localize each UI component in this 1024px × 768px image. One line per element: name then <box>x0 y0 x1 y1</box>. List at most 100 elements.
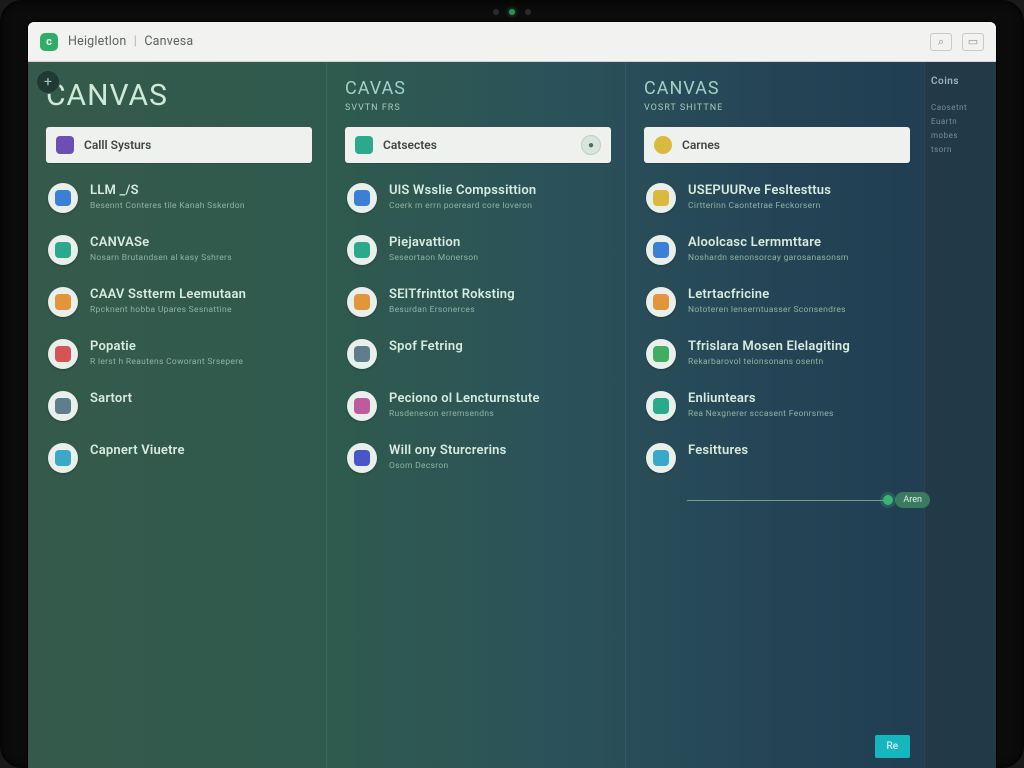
list-item[interactable]: Sartort <box>46 381 312 431</box>
item-icon <box>646 339 676 369</box>
column-2-list: UlS Wsslie Compssittion Coerk m errn poer… <box>345 173 611 758</box>
item-label: Aloolcasc Lermmttare <box>688 235 849 250</box>
item-icon <box>347 391 377 421</box>
column-3-header[interactable]: Carnes <box>644 127 910 163</box>
item-icon <box>347 183 377 213</box>
search-icon[interactable]: ⌕ <box>930 33 952 51</box>
item-icon <box>646 183 676 213</box>
rail-item[interactable]: mobes <box>931 131 990 145</box>
list-item[interactable]: SElTfrinttot Roksting Besurdan Ersonerces <box>345 277 611 327</box>
item-label: LLM _/S <box>90 183 245 198</box>
item-label: Will ony Sturcrerins <box>389 443 507 458</box>
refresh-icon[interactable]: ● <box>581 135 601 155</box>
list-item[interactable]: Peciono ol LencturnstuteRusdeneson errem… <box>345 381 611 431</box>
item-label: Capnert Viuetre <box>90 443 185 458</box>
tab-title-a: Heigletlon <box>68 34 126 49</box>
header-label: Calll Systurs <box>84 138 151 152</box>
item-icon <box>347 235 377 265</box>
item-desc: Rea Nexgnerer sccasent Feonrsmes <box>688 409 834 419</box>
item-icon <box>347 287 377 317</box>
item-desc: Nosarn Brutandsen al kasy Sshrers <box>90 253 232 263</box>
column-3-title: CANVAS <box>644 78 910 99</box>
list-item[interactable]: PopatieR lerst h Reautens Coworant Srsep… <box>46 329 312 379</box>
laptop-bezel: c Heigletlon | Canvesa ⌕ ▭ + CANVAS Cal <box>0 0 1024 768</box>
rail-item[interactable]: Caosetnt <box>931 103 990 117</box>
column-1-list: LLM _/S Besennt Conteres tile Kanah Ssker… <box>46 173 312 758</box>
column-3-list: USEPUURve FesltesttusCirtterinn Caontetr… <box>644 173 910 758</box>
rail-item[interactable] <box>931 187 990 201</box>
item-label: Fesittures <box>688 443 748 458</box>
screen: c Heigletlon | Canvesa ⌕ ▭ + CANVAS Cal <box>28 22 996 768</box>
header-label: Catsectes <box>383 138 437 152</box>
list-item[interactable]: Fesittures <box>644 433 910 483</box>
item-desc: Seseortaon Monerson <box>389 253 478 263</box>
item-label: CANVASe <box>90 235 232 250</box>
header-label: Carnes <box>682 138 720 152</box>
list-item[interactable]: Spof Fetring <box>345 329 611 379</box>
item-label: Peciono ol Lencturnstute <box>389 391 540 406</box>
cta-button[interactable]: Re <box>875 735 910 758</box>
header-icon <box>654 136 672 154</box>
item-icon <box>646 443 676 473</box>
tab-bar: c Heigletlon | Canvesa ⌕ ▭ <box>28 22 996 62</box>
tab-title-b: Canvesa <box>144 34 193 49</box>
list-item[interactable]: Piejavattion Seseortaon Monerson <box>345 225 611 275</box>
item-desc: Besurdan Ersonerces <box>389 305 515 315</box>
float-chip[interactable]: Aren <box>895 492 930 508</box>
list-item[interactable]: Enliuntears Rea Nexgnerer sccasent Feonrs… <box>644 381 910 431</box>
item-icon <box>48 391 78 421</box>
header-icon <box>355 136 373 154</box>
list-item[interactable]: Letrtacfricine Nototeren lenserntuasser S… <box>644 277 910 327</box>
header-icon <box>56 136 74 154</box>
column-2-subtitle: SVVTN FRS <box>345 103 611 113</box>
tab-title[interactable]: Heigletlon | Canvesa <box>68 34 193 49</box>
rail-item[interactable]: tsorn <box>931 145 990 159</box>
columns: CANVAS Calll Systurs LLM _/S Besennt Cont… <box>28 62 996 768</box>
item-desc: Nototeren lenserntuasser Sconsendres <box>688 305 846 315</box>
list-item[interactable]: Tfrislara Mosen Elelagiting Rekarbarovol … <box>644 329 910 379</box>
rail-item[interactable] <box>931 173 990 187</box>
item-label: UlS Wsslie Compssittion <box>389 183 536 198</box>
list-item[interactable]: CANVASe Nosarn Brutandsen al kasy Sshrers <box>46 225 312 275</box>
item-desc: Noshardn senonsorcay garosanasonsm <box>688 253 849 263</box>
item-label: Sartort <box>90 391 132 406</box>
item-icon <box>48 287 78 317</box>
column-1-header[interactable]: Calll Systurs <box>46 127 312 163</box>
camera-cluster <box>493 9 531 15</box>
list-item[interactable]: CAAV Sstterm LeemutaanRpcknent hobba Upa… <box>46 277 312 327</box>
item-label: Tfrislara Mosen Elelagiting <box>688 339 850 354</box>
item-icon <box>646 287 676 317</box>
list-item[interactable]: USEPUURve FesltesttusCirtterinn Caontetr… <box>644 173 910 223</box>
window-icon[interactable]: ▭ <box>962 33 984 51</box>
list-item[interactable]: Capnert Viuetre <box>46 433 312 483</box>
column-1: CANVAS Calll Systurs LLM _/SBesennt Cont… <box>28 62 326 768</box>
tab-title-sep: | <box>134 34 137 49</box>
list-item[interactable]: LLM _/S Besennt Conteres tile Kanah Ssker… <box>46 173 312 223</box>
app-icon: c <box>40 33 58 51</box>
right-rail: Coins CaosetntEuartnmobestsorn <box>924 62 996 768</box>
column-2-header[interactable]: Catsectes ● <box>345 127 611 163</box>
column-2: CAVAS SVVTN FRS Catsectes ● UlS Wsslie C… <box>326 62 625 768</box>
connector-line <box>687 500 887 501</box>
item-desc: Coerk m errn poereard core loveron <box>389 201 536 211</box>
rail-item[interactable]: Euartn <box>931 117 990 131</box>
item-label: Spof Fetring <box>389 339 463 354</box>
item-desc: Rekarbarovol teionsonans osentn <box>688 357 850 367</box>
item-label: USEPUURve Fesltesttus <box>688 183 831 198</box>
item-label: CAAV Sstterm Leemutaan <box>90 287 246 302</box>
column-2-title: CAVAS <box>345 78 611 99</box>
main-surface: + CANVAS Calll Systurs LLM _/S Besennt Co… <box>28 62 996 768</box>
item-desc: R lerst h Reautens Coworant Srsepere <box>90 357 243 367</box>
list-item[interactable]: Aloolcasc Lermmttare Noshardn senonsorcay… <box>644 225 910 275</box>
item-label: Piejavattion <box>389 235 478 250</box>
item-label: Enliuntears <box>688 391 834 406</box>
rail-item[interactable] <box>931 159 990 173</box>
item-desc: Besennt Conteres tile Kanah Sskerdon <box>90 201 245 211</box>
item-desc: Osom Decsron <box>389 461 507 471</box>
item-label: SElTfrinttot Roksting <box>389 287 515 302</box>
list-item[interactable]: UlS Wsslie Compssittion Coerk m errn poer… <box>345 173 611 223</box>
item-icon <box>48 339 78 369</box>
item-label: Letrtacfricine <box>688 287 846 302</box>
add-button[interactable]: + <box>36 70 60 94</box>
list-item[interactable]: Will ony Sturcrerins Osom Decsron <box>345 433 611 483</box>
